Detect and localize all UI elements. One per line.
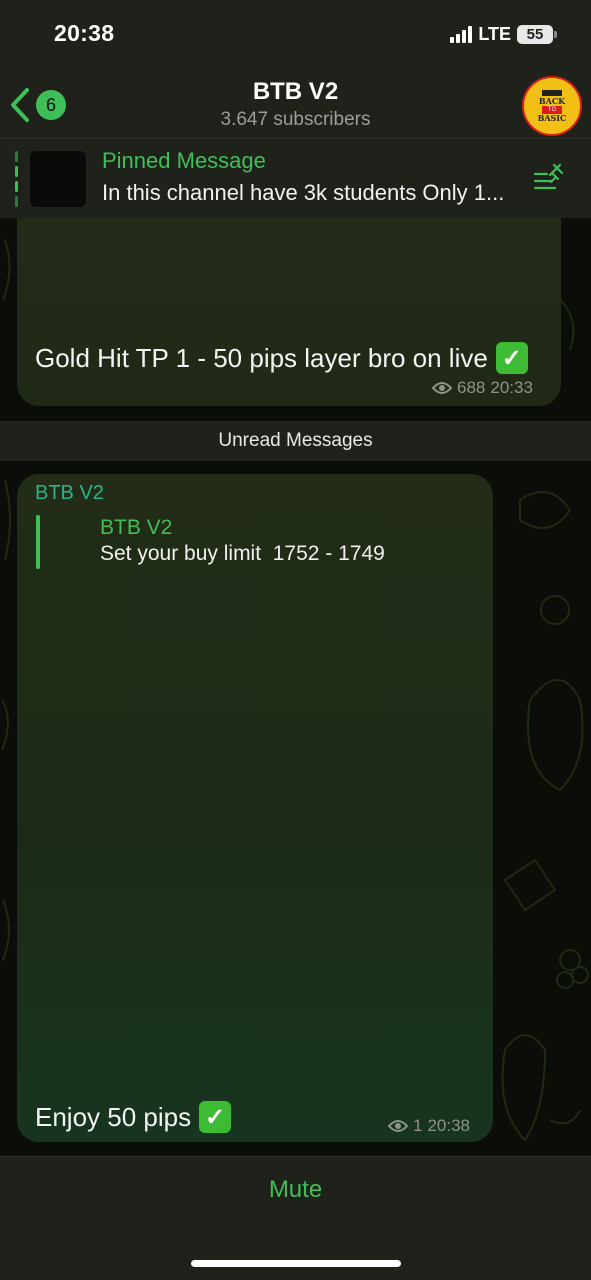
signal-icon: [450, 25, 473, 43]
message-time: 20:38: [427, 1116, 471, 1135]
message-body: Enjoy 50 pips: [35, 1101, 192, 1132]
avatar-logo-text-1: BACK: [538, 95, 566, 106]
battery-level: 55: [526, 25, 544, 43]
message-meta: 688 20:33: [432, 378, 533, 398]
pinned-list-button[interactable]: [532, 162, 568, 197]
battery-icon: 55: [517, 24, 557, 44]
unread-divider: Unread Messages: [0, 421, 591, 461]
home-indicator[interactable]: [191, 1260, 401, 1267]
status-time: 20:38: [54, 20, 115, 46]
message-author: BTB V2: [35, 482, 104, 504]
views-icon: [388, 1120, 408, 1132]
pinned-message-bar[interactable]: [0, 138, 591, 218]
reply-text[interactable]: Set your buy limit 1752 - 1749: [100, 542, 385, 566]
pinned-title: Pinned Message: [102, 148, 266, 173]
views-icon: [432, 382, 452, 394]
channel-avatar[interactable]: BACK TO BASIC: [522, 76, 582, 136]
unread-label: Unread Messages: [218, 430, 373, 451]
avatar-logo-text-3: BASIC: [537, 112, 567, 123]
pin-list-icon: [533, 163, 564, 190]
message-meta: 1 20:38: [388, 1116, 470, 1136]
message-body: Gold Hit TP 1 - 50 pips layer bro on liv…: [35, 342, 488, 373]
pinned-thumbnail: [30, 151, 86, 207]
status-indicators: LTE 55: [450, 22, 557, 46]
subscriber-count: 3.647 subscribers: [220, 109, 371, 130]
check-mark-icon: ✓: [199, 1101, 232, 1133]
message-time: 20:33: [490, 378, 533, 397]
reply-author[interactable]: BTB V2: [100, 516, 172, 540]
pinned-text: In this channel have 3k students Only 1.…: [102, 180, 505, 205]
graduation-cap-icon: [542, 89, 562, 96]
channel-title[interactable]: BTB V2: [0, 78, 591, 106]
message-text: Enjoy 50 pips ✓: [35, 1101, 232, 1133]
reply-quote-bar: [36, 515, 40, 569]
view-count: 1: [413, 1116, 423, 1135]
message-bubble[interactable]: [17, 474, 493, 1142]
pinned-indicator: [15, 151, 18, 207]
view-count: 688: [457, 378, 486, 397]
check-mark-icon: ✓: [495, 342, 528, 374]
network-label: LTE: [478, 23, 511, 44]
message-text: Gold Hit TP 1 - 50 pips layer bro on liv…: [35, 342, 528, 374]
mute-button[interactable]: Mute: [0, 1176, 591, 1204]
